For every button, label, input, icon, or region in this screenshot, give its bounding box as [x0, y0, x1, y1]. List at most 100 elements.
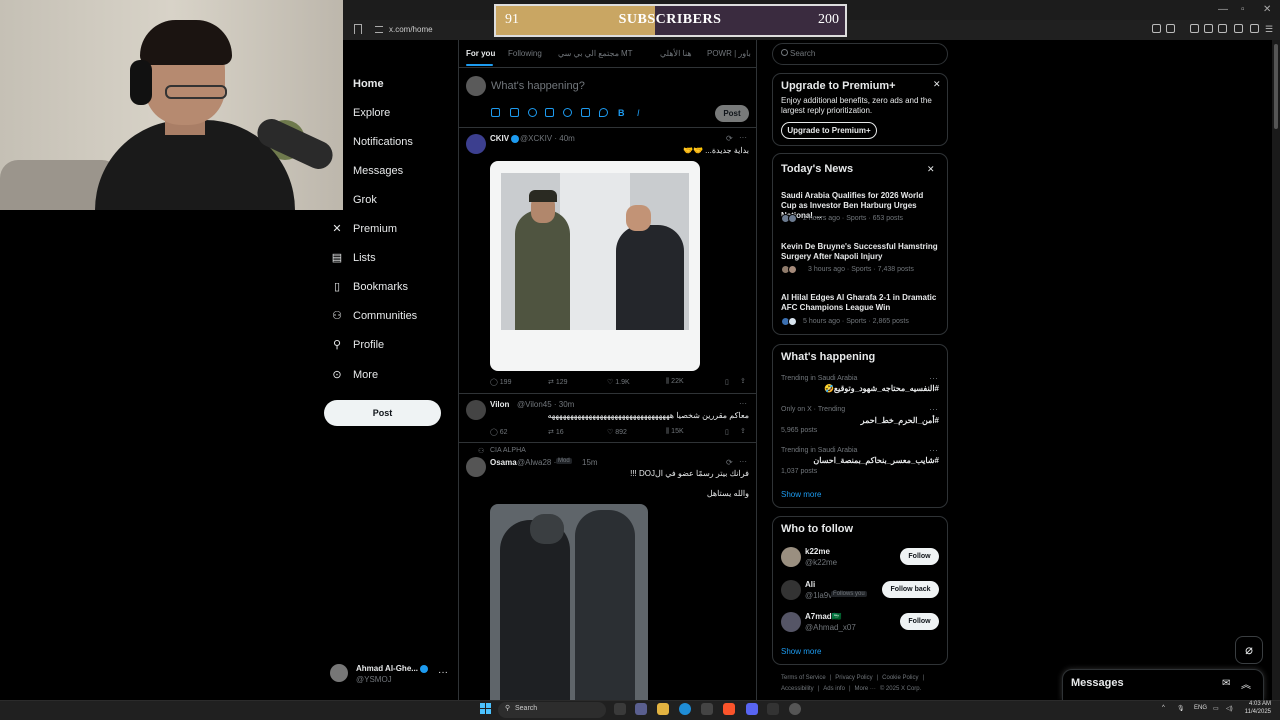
gif-icon[interactable]	[510, 108, 519, 117]
post-author[interactable]: Vilon	[490, 400, 509, 409]
clock-date[interactable]: 11/4/2025	[1240, 709, 1271, 715]
trend-more-icon[interactable]: ···	[929, 404, 938, 414]
follow-avatar[interactable]	[781, 547, 801, 567]
repost-button[interactable]: ⇄ 16	[548, 428, 564, 436]
bookmark-post-icon[interactable]: ▯	[725, 378, 729, 386]
site-info-icon[interactable]	[375, 26, 383, 33]
task-view-icon[interactable]	[614, 703, 626, 715]
nav-grok[interactable]: Grok	[353, 190, 377, 210]
nav-communities[interactable]: ⚇ Communities	[330, 306, 417, 326]
brave-icon[interactable]	[723, 703, 735, 715]
store-icon[interactable]	[701, 703, 713, 715]
views-button[interactable]: ⫼ 15K	[666, 428, 684, 436]
like-button[interactable]: ♡ 1.9K	[607, 378, 630, 386]
post-avatar[interactable]	[466, 457, 486, 477]
location-icon[interactable]	[599, 108, 608, 117]
footer-link[interactable]: Cookie Policy	[882, 675, 918, 681]
extension-icon[interactable]	[1152, 24, 1161, 33]
tab-for-you[interactable]: For you	[466, 49, 495, 58]
post-more-icon[interactable]: ···	[739, 399, 747, 408]
follow-back-button[interactable]: Follow back	[882, 581, 939, 598]
tab-community[interactable]: مجتمع الي بي سي	[558, 49, 619, 58]
obs-icon[interactable]	[789, 703, 801, 715]
post-author[interactable]: Osama	[490, 458, 517, 467]
tab-alahli[interactable]: هنا الأهلي	[660, 49, 692, 58]
footer-link[interactable]: Terms of Service	[781, 675, 826, 681]
share-icon[interactable]: ⇪	[740, 377, 746, 385]
close-window-icon[interactable]: ✕	[1263, 4, 1271, 15]
account-name[interactable]: Ahmad Al-Ghe...	[356, 664, 430, 673]
trend-title[interactable]: #أمن_الحرم_خط_احمر	[781, 416, 939, 425]
repost-button[interactable]: ⇄ 129	[548, 378, 568, 386]
trend-more-icon[interactable]: ···	[929, 373, 938, 383]
post-button[interactable]: Post	[324, 400, 441, 426]
language-indicator[interactable]: ENG	[1194, 705, 1207, 711]
media-icon[interactable]	[1190, 24, 1199, 33]
follow-avatar[interactable]	[781, 580, 801, 600]
show-more-link[interactable]: Show more	[781, 490, 821, 499]
nav-messages[interactable]: Messages	[353, 161, 403, 181]
community-label[interactable]: CIA ALPHA	[490, 447, 526, 454]
nav-lists[interactable]: ▤ Lists	[330, 248, 376, 268]
footer-link[interactable]: Privacy Policy	[835, 675, 872, 681]
mic-icon[interactable]: 🎙	[1177, 705, 1185, 712]
tab-mt[interactable]: MT	[621, 49, 633, 58]
post-avatar[interactable]	[466, 134, 486, 154]
app-icon[interactable]	[767, 703, 779, 715]
like-button[interactable]: ♡ 892	[607, 428, 627, 436]
scrollbar-thumb[interactable]	[1274, 44, 1278, 129]
close-icon[interactable]: ✕	[927, 164, 935, 175]
nav-explore[interactable]: Explore	[353, 103, 390, 123]
post-more-icon[interactable]: ···	[739, 457, 747, 466]
nav-home[interactable]: Home	[353, 74, 384, 94]
teams-icon[interactable]	[635, 703, 647, 715]
reply-button[interactable]: ◯ 199	[490, 378, 511, 386]
menu-icon[interactable]: ☰	[1265, 24, 1273, 35]
trend-more-icon[interactable]: ···	[929, 445, 938, 455]
share-icon[interactable]: ⇪	[740, 427, 746, 435]
nav-premium[interactable]: ✕ Premium	[330, 219, 397, 239]
news-item-title[interactable]: Kevin De Bruyne's Successful Hamstring S…	[781, 242, 941, 262]
maximize-icon[interactable]: ▫	[1241, 4, 1245, 15]
nav-notifications[interactable]: Notifications	[353, 132, 413, 152]
edge-icon[interactable]	[679, 703, 691, 715]
emoji-icon[interactable]	[563, 108, 572, 117]
bookmark-page-icon[interactable]	[354, 24, 362, 34]
url-bar[interactable]: x.com/home	[389, 25, 433, 34]
news-item-title[interactable]: Al Hilal Edges Al Gharafa 2-1 in Dramati…	[781, 293, 941, 313]
account-avatar[interactable]	[330, 664, 348, 682]
footer-link[interactable]: More ···	[855, 686, 876, 692]
views-button[interactable]: ⫼ 22K	[666, 378, 684, 386]
trend-title[interactable]: #النفسيه_محتاجه_شهود_وتوقيع🤣	[781, 384, 939, 393]
post-more-icon[interactable]: ···	[739, 133, 747, 142]
windows-start-icon[interactable]	[480, 703, 492, 715]
extension-icon[interactable]	[1234, 24, 1243, 33]
upgrade-button[interactable]: Upgrade to Premium+	[781, 122, 877, 139]
poll-icon[interactable]	[545, 108, 554, 117]
follow-name[interactable]: A7mad🇸🇦	[805, 612, 842, 621]
image-icon[interactable]	[491, 108, 500, 117]
account-more-icon[interactable]: ···	[438, 667, 448, 678]
follow-button[interactable]: Follow	[900, 548, 939, 565]
grok-icon[interactable]	[528, 108, 537, 117]
footer-link[interactable]: Ads info	[823, 686, 845, 692]
reply-button[interactable]: ◯ 62	[490, 428, 508, 436]
follow-button[interactable]: Follow	[900, 613, 939, 630]
shield-icon[interactable]	[1250, 24, 1259, 33]
nav-more[interactable]: ⊙ More	[330, 365, 378, 385]
network-icon[interactable]: ▭	[1213, 705, 1219, 712]
discord-icon[interactable]	[746, 703, 758, 715]
follow-avatar[interactable]	[781, 612, 801, 632]
close-icon[interactable]: ✕	[933, 79, 941, 90]
follow-name[interactable]: Ali	[805, 580, 815, 589]
post-avatar[interactable]	[466, 400, 486, 420]
file-explorer-icon[interactable]	[657, 703, 669, 715]
bookmark-post-icon[interactable]: ▯	[725, 428, 729, 436]
compose-post-button[interactable]: Post	[715, 105, 749, 122]
new-message-icon[interactable]: ✉	[1222, 678, 1230, 689]
grok-float-icon[interactable]: ⌀	[1235, 636, 1263, 664]
expand-icon[interactable]: ︽	[1241, 676, 1251, 691]
volume-icon[interactable]: ◁)	[1226, 705, 1233, 712]
clock-time[interactable]: 4:03 AM	[1244, 701, 1271, 707]
post-author[interactable]: CKIV	[490, 134, 521, 143]
